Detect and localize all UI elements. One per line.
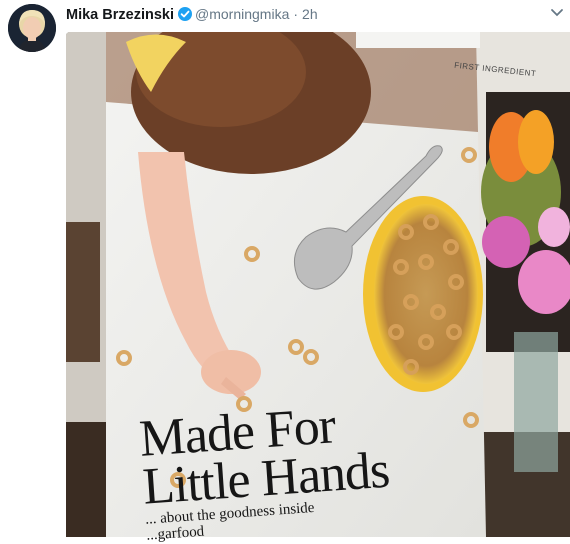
handle[interactable]: @morningmika xyxy=(195,6,289,22)
chevron-down-icon[interactable] xyxy=(550,8,564,18)
avatar[interactable] xyxy=(8,4,56,52)
box-caption: Made For Little Hands ... about the good… xyxy=(138,394,456,543)
separator-dot: · xyxy=(293,6,299,22)
author-line: Mika Brzezinski @morningmika · 2h xyxy=(66,5,318,24)
timestamp[interactable]: 2h xyxy=(302,6,318,22)
tweet-header: Mika Brzezinski @morningmika · 2h xyxy=(0,0,570,52)
display-name[interactable]: Mika Brzezinski xyxy=(66,7,174,23)
verified-badge-icon xyxy=(178,7,192,21)
avatar-image xyxy=(8,4,56,52)
